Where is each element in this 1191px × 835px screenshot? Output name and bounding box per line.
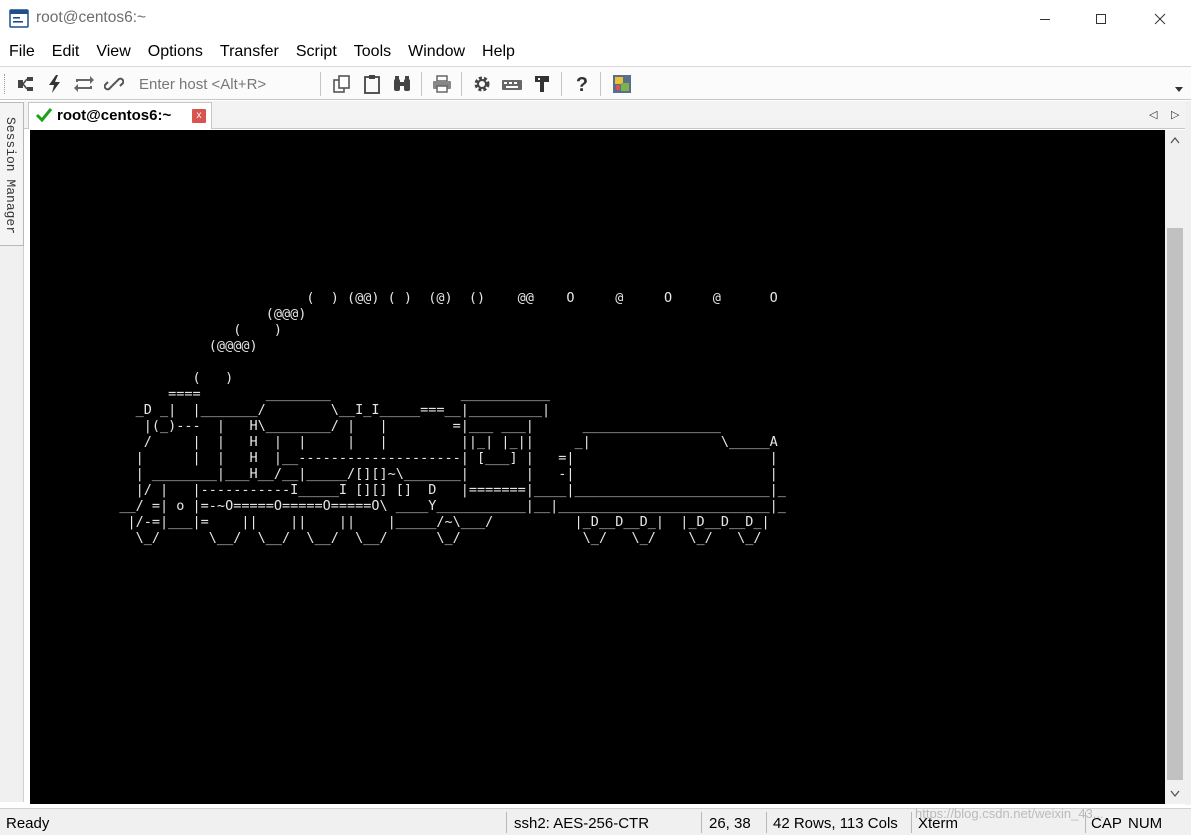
terminal-scrollbar[interactable] (1165, 130, 1185, 804)
menu-options[interactable]: Options (148, 43, 203, 61)
host-input-field[interactable] (135, 73, 315, 95)
tab-label: root@centos6:~ (57, 107, 172, 124)
session-manager-tab[interactable]: Session Manager (0, 102, 24, 246)
tab-close-icon[interactable]: x (192, 109, 206, 123)
terminal-screen[interactable]: ( ) (@@) ( ) (@) () @@ O @ O @ O (@@@) (… (30, 130, 1165, 804)
status-cursor-position: 26, 38 (709, 815, 751, 832)
terminal-line: (@@@) (30, 306, 307, 322)
find-binoculars-icon[interactable] (390, 72, 414, 96)
scroll-up-arrow-icon[interactable] (1165, 130, 1185, 150)
minimize-button[interactable] (1022, 0, 1068, 38)
terminal-line: ( ) (30, 370, 234, 386)
menu-transfer[interactable]: Transfer (220, 43, 279, 61)
reconnect-icon[interactable] (72, 72, 96, 96)
watermark-text: https://blog.csdn.net/weixin_43... (915, 806, 1104, 821)
toolbar-separator (320, 72, 321, 96)
status-encryption: ssh2: AES-256-CTR (514, 815, 650, 832)
toolbar-grip[interactable] (4, 74, 7, 94)
window-title: root@centos6:~ (36, 9, 147, 26)
terminal-line: ==== ________ ___________ (30, 386, 551, 402)
close-window-button[interactable] (1137, 0, 1183, 38)
svg-text:?: ? (576, 74, 588, 95)
status-separator (911, 812, 912, 833)
terminal-line: ( ) (30, 322, 282, 338)
terminal-line: | ________|___H__/__|_____/[][]~\_______… (30, 466, 778, 482)
status-num-lock: NUM (1128, 815, 1163, 832)
connected-check-icon (35, 107, 53, 127)
menu-bar: File Edit View Options Transfer Script T… (0, 38, 1191, 66)
toolbar-overflow-chevron-icon[interactable] (1174, 80, 1184, 97)
tab-scroll-right-icon[interactable]: ▷ (1171, 108, 1179, 121)
status-ready: Ready (6, 815, 50, 832)
help-question-icon[interactable]: ? (570, 72, 594, 96)
terminal-line: |/-=|___|= || || || |_____/~\___/ |_D__D… (30, 514, 770, 530)
terminal-line: ( ) (@@) ( ) (@) () @@ O @ O @ O (30, 290, 778, 306)
maximize-button[interactable] (1078, 0, 1124, 38)
menu-view[interactable]: View (96, 43, 130, 61)
securefx-icon[interactable] (610, 72, 634, 96)
tab-scroll-left-icon[interactable]: ◁ (1149, 108, 1157, 121)
menu-script[interactable]: Script (296, 43, 337, 61)
copy-icon[interactable] (330, 72, 354, 96)
host-input[interactable] (135, 73, 315, 95)
menu-file[interactable]: File (9, 43, 35, 61)
terminal-line: / | | H | | | | ||_| |_|| _| \_____A (30, 434, 778, 450)
terminal-line: __/ =| o |=-~O=====O=====O=====O\ ____Y_… (30, 498, 786, 514)
terminal-line: \_/ \__/ \__/ \__/ \__/ \_/ \_/ \_/ \_/ … (30, 530, 762, 546)
menu-window[interactable]: Window (408, 43, 465, 61)
menu-tools[interactable]: Tools (354, 43, 391, 61)
left-panel-strip (0, 246, 24, 802)
terminal-line: _D _| |_______/ \__I_I_____===__|_______… (30, 402, 551, 418)
tab-root-centos6[interactable]: root@centos6:~ x (28, 102, 212, 129)
paste-icon[interactable] (360, 72, 384, 96)
terminal-output: ( ) (@@) ( ) (@) () @@ O @ O @ O (@@@) (… (30, 130, 786, 546)
title-bar: root@centos6:~ (0, 0, 1191, 38)
window-right-edge (1185, 101, 1191, 805)
terminal-line: |/ | |-----------I_____I [][] [] D |====… (30, 482, 786, 498)
status-terminal-size: 42 Rows, 113 Cols (773, 815, 898, 832)
status-separator (766, 812, 767, 833)
keymap-keyboard-icon[interactable] (500, 72, 524, 96)
scroll-down-arrow-icon[interactable] (1165, 784, 1185, 804)
terminal-line: | | | H |__--------------------| [___] |… (30, 450, 778, 466)
toolbar-separator (421, 72, 422, 96)
quick-connect-lightning-icon[interactable] (43, 72, 67, 96)
session-manager-label: Session Manager (3, 117, 18, 235)
toolbar-separator (600, 72, 601, 96)
menu-edit[interactable]: Edit (52, 43, 80, 61)
status-separator (701, 812, 702, 833)
print-icon[interactable] (430, 72, 454, 96)
securecrt-app-icon (9, 9, 29, 28)
menu-help[interactable]: Help (482, 43, 515, 61)
session-options-gear-icon[interactable] (470, 72, 494, 96)
toolbar-separator (461, 72, 462, 96)
session-tab-bar: root@centos6:~ x ◁ ▷ (24, 101, 1191, 129)
toolbar: ? (0, 66, 1191, 100)
sftp-tool-icon[interactable] (530, 72, 554, 96)
toolbar-separator (561, 72, 562, 96)
status-separator (506, 812, 507, 833)
connect-in-tab-icon[interactable] (14, 72, 38, 96)
scrollbar-thumb[interactable] (1167, 228, 1183, 780)
terminal-line: |(_)--- | H\________/ | | =|___ ___| ___… (30, 418, 721, 434)
terminal-line: (@@@@) (30, 338, 258, 354)
disconnect-icon[interactable] (102, 72, 126, 96)
